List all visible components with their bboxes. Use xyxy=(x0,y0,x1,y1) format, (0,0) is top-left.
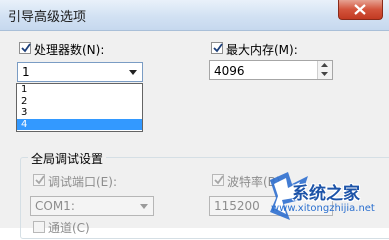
memory-value: 4096 xyxy=(214,64,245,78)
channel-checkbox[interactable] xyxy=(33,221,45,233)
debug-port-label: 调试端口(E): xyxy=(48,175,117,189)
debug-group-title: 全局调试设置 xyxy=(28,150,107,167)
processors-checkbox[interactable] xyxy=(19,42,31,54)
title-bar: 引导高级选项 xyxy=(0,0,389,31)
checkmark-icon xyxy=(35,175,45,185)
memory-label: 最大内存(M): xyxy=(226,43,298,57)
processors-option-2[interactable]: 2 xyxy=(17,96,142,108)
spin-up-icon[interactable] xyxy=(321,63,328,67)
checkmark-icon xyxy=(21,43,31,53)
watermark-url: www.xitongzhijia.net xyxy=(271,203,375,214)
window-title: 引导高级选项 xyxy=(8,10,87,25)
checkmark-icon xyxy=(214,175,224,185)
channel-label: 通道(C) xyxy=(48,221,90,235)
close-button[interactable] xyxy=(338,0,383,20)
processors-combo[interactable]: 1 xyxy=(17,62,143,82)
debug-port-checkbox[interactable] xyxy=(33,174,45,186)
chevron-down-icon xyxy=(140,204,148,209)
processors-option-4[interactable]: 4 xyxy=(17,118,142,130)
checkmark-icon xyxy=(213,43,223,53)
close-icon xyxy=(354,4,366,15)
memory-spin-buttons[interactable] xyxy=(317,61,332,79)
chevron-down-icon xyxy=(129,70,137,75)
watermark-text: 系统之家 xyxy=(292,184,360,204)
memory-checkbox[interactable] xyxy=(211,42,223,54)
spin-down-icon[interactable] xyxy=(321,72,328,76)
processors-label: 处理器数(N): xyxy=(34,43,105,57)
processors-option-1[interactable]: 1 xyxy=(17,84,142,96)
processors-dropdown-list: 1 2 3 4 xyxy=(16,83,143,132)
processors-option-3[interactable]: 3 xyxy=(17,107,142,119)
processors-selected-value: 1 xyxy=(22,65,30,79)
baud-rate-checkbox[interactable] xyxy=(212,174,224,186)
memory-spinbox[interactable]: 4096 xyxy=(209,60,333,80)
debug-port-combo[interactable]: COM1: xyxy=(30,196,154,216)
debug-port-value: COM1: xyxy=(35,199,75,213)
